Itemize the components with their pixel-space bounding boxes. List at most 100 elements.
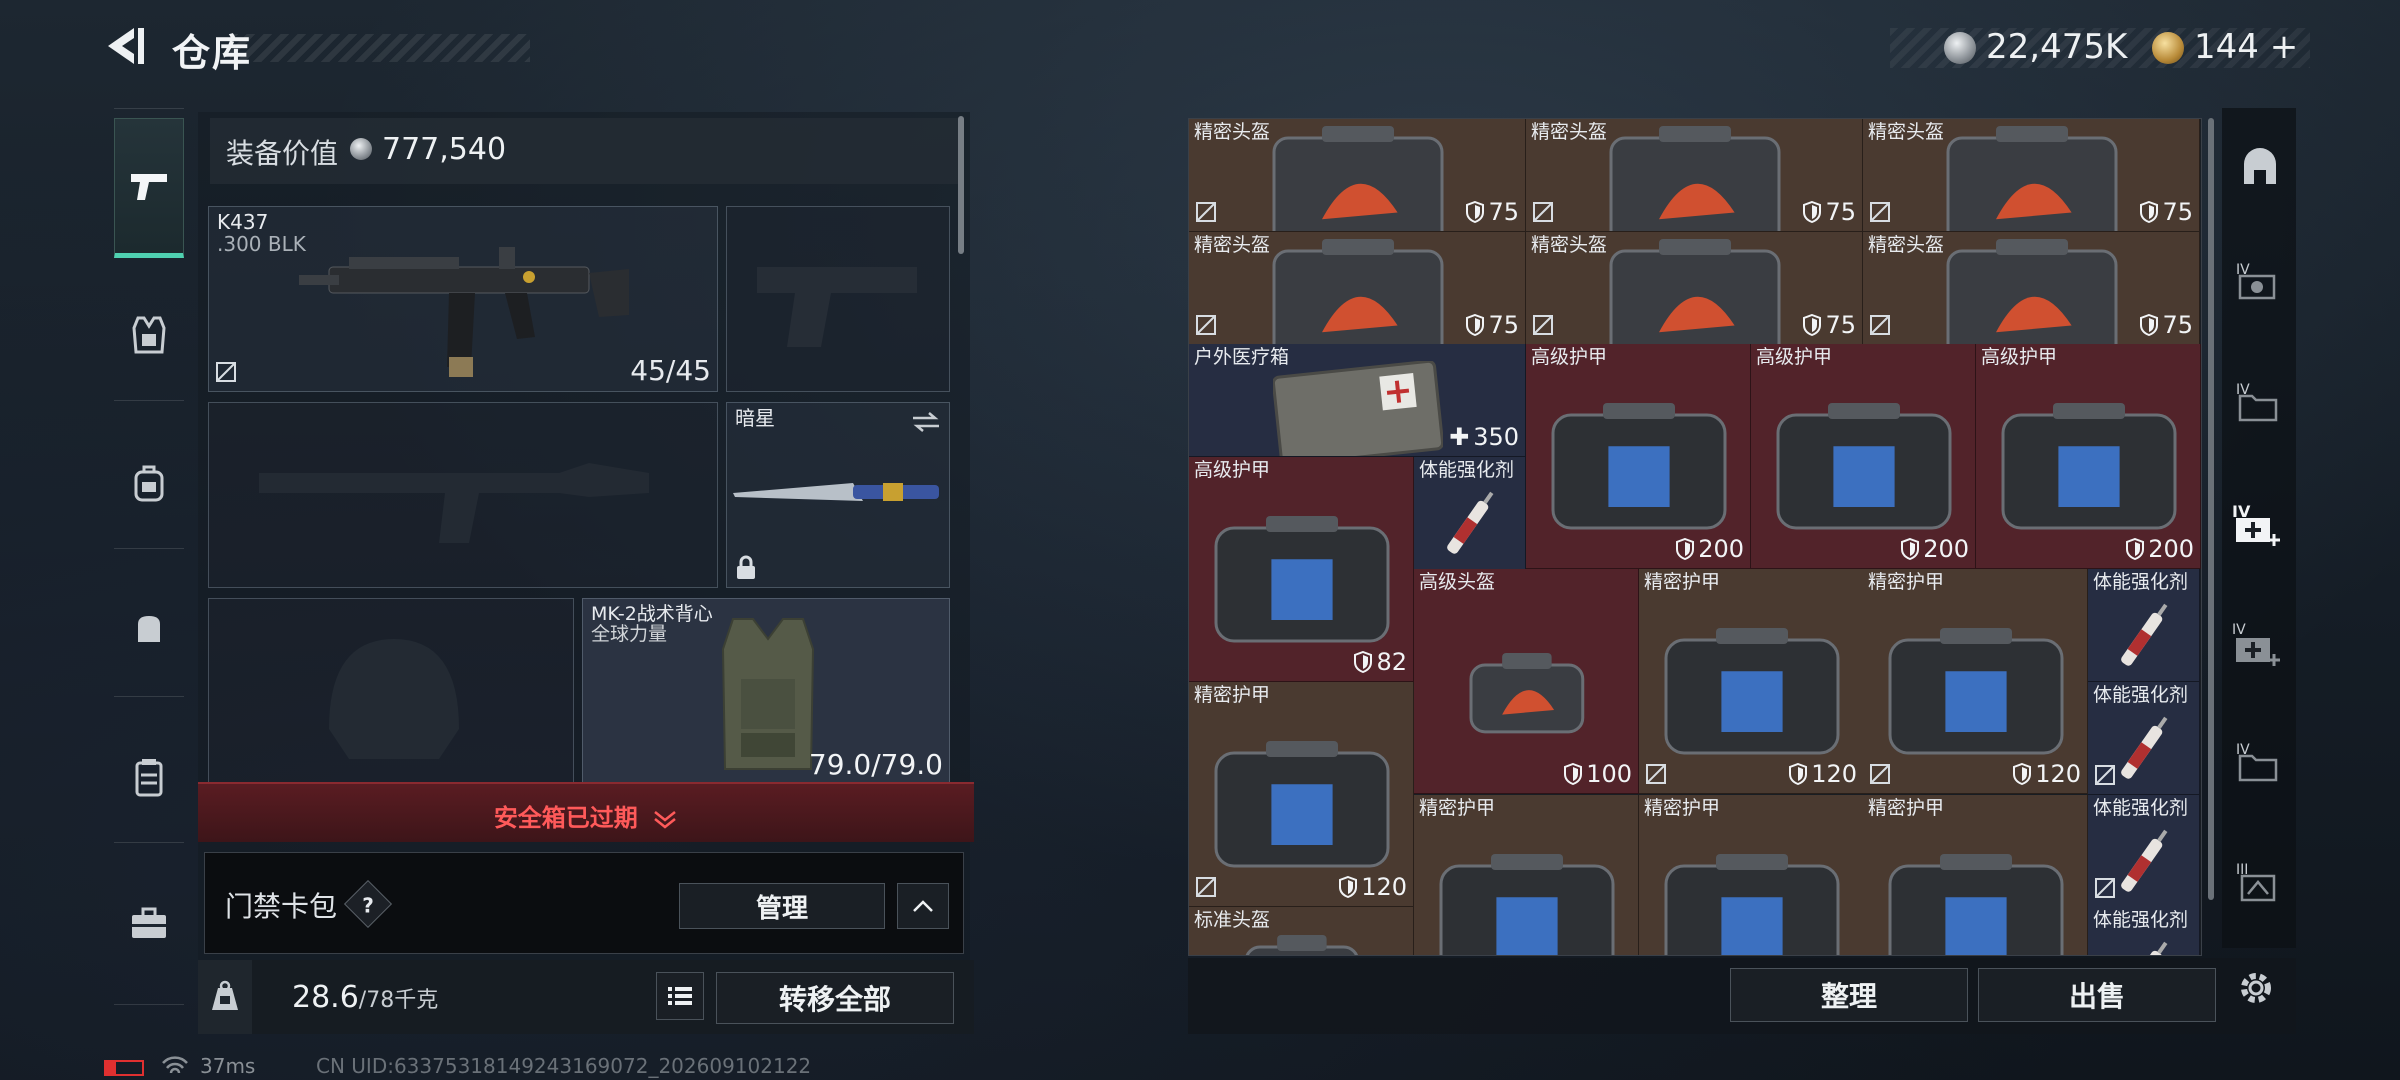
stash-item[interactable]: 精密护甲 120 bbox=[1639, 569, 1864, 794]
help-button[interactable]: ? bbox=[343, 879, 393, 929]
item-name: 精密头盔 bbox=[1868, 121, 1945, 143]
nav-backpack[interactable] bbox=[114, 448, 184, 518]
stash-item[interactable]: 体能强化剂 bbox=[2088, 795, 2200, 908]
stash-item[interactable]: 精密护甲 bbox=[1639, 795, 1864, 955]
vest-slot[interactable]: MK-2战术背心 全球力量 79.0/79.0 bbox=[582, 598, 950, 786]
vest-icon bbox=[132, 316, 166, 354]
tab-tier-iv-2[interactable]: IV bbox=[2236, 382, 2280, 428]
list-view-button[interactable] bbox=[656, 972, 704, 1020]
secondary-weapon-slot[interactable] bbox=[208, 402, 718, 588]
stash-item[interactable]: 高级护甲 200 bbox=[1526, 344, 1751, 569]
item-value-number: 75 bbox=[1488, 311, 1519, 339]
vault-icon bbox=[2244, 148, 2276, 184]
stash-item[interactable]: 精密护甲 bbox=[1863, 795, 2088, 955]
durability-shield-icon bbox=[1901, 538, 1920, 560]
inventory-footer: 28.6/78千克 转移全部 bbox=[198, 960, 974, 1034]
durability-shield-icon bbox=[2140, 314, 2159, 336]
item-value-number: 100 bbox=[1586, 760, 1632, 788]
item-value: ✚ 350 bbox=[1449, 424, 1519, 450]
stash-item[interactable]: 高级护甲 200 bbox=[1751, 344, 1976, 569]
helmet-slot[interactable] bbox=[208, 598, 574, 786]
sell-button[interactable]: 出售 bbox=[1978, 968, 2216, 1022]
tab-tier-iv-medical[interactable]: IV bbox=[2232, 502, 2282, 552]
item-value-number: 120 bbox=[1811, 760, 1857, 788]
durability-shield-icon bbox=[1789, 763, 1808, 785]
stimulant-syringe-image bbox=[2121, 829, 2168, 892]
durability-shield-icon bbox=[1466, 201, 1485, 223]
nav-case[interactable] bbox=[114, 888, 184, 958]
item-value-number: 75 bbox=[1488, 198, 1519, 226]
stash-item[interactable]: 体能强化剂 bbox=[1414, 457, 1526, 570]
primary-weapon-slot[interactable]: K437 .300 BLK 45/45 bbox=[208, 206, 718, 392]
stash-item[interactable]: 户外医疗箱 ✚ 350 bbox=[1189, 344, 1526, 457]
tab-tier-iv-4[interactable]: IV bbox=[2236, 742, 2280, 788]
rifle-image bbox=[299, 247, 629, 377]
melee-slot[interactable]: 暗星 bbox=[726, 402, 950, 588]
stash-item[interactable]: 精密护甲 bbox=[1414, 795, 1639, 955]
item-name: 精密护甲 bbox=[1419, 797, 1496, 819]
vest-durability: 79.0/79.0 bbox=[808, 748, 943, 781]
sort-button[interactable]: 整理 bbox=[1730, 968, 1968, 1022]
item-value-number: 120 bbox=[1361, 873, 1407, 901]
nav-armor[interactable] bbox=[114, 300, 184, 370]
secure-case-expired-banner[interactable]: 安全箱已过期 bbox=[198, 782, 974, 842]
stash-item[interactable]: 标准头盔 bbox=[1189, 907, 1414, 955]
rifle-silhouette-icon bbox=[259, 463, 649, 543]
stash-item[interactable]: 精密头盔 75 bbox=[1863, 119, 2200, 232]
pistol-slot[interactable] bbox=[726, 206, 950, 392]
add-currency-button[interactable]: + bbox=[2270, 27, 2299, 67]
user-uid: CN UID:633753181492431690​72_20260910212… bbox=[316, 1054, 812, 1078]
unlocked-icon bbox=[1533, 315, 1553, 335]
weight-icon bbox=[212, 980, 238, 1010]
back-button[interactable] bbox=[100, 22, 148, 70]
item-value: 200 bbox=[1676, 536, 1744, 562]
stash-grid: 精密头盔 75 精密头盔 75 精密头盔 75 精密头盔 75 精密头盔 75 精密头盔 7… bbox=[1188, 118, 2202, 956]
item-value: 200 bbox=[2126, 536, 2194, 562]
stash-item[interactable]: 体能强化剂 bbox=[2088, 569, 2200, 682]
settings-button[interactable] bbox=[2234, 966, 2278, 1014]
stash-item[interactable]: 精密头盔 75 bbox=[1863, 232, 2200, 345]
stash-item[interactable]: 高级护甲 82 bbox=[1189, 457, 1414, 682]
armor-bag-image bbox=[1664, 854, 1840, 955]
tab-all[interactable] bbox=[2240, 148, 2280, 192]
tier-label: IV bbox=[2236, 382, 2250, 398]
item-name: 精密护甲 bbox=[1868, 797, 1945, 819]
tier-label: IV bbox=[2236, 742, 2250, 758]
swap-icon[interactable] bbox=[911, 411, 941, 433]
item-value: 75 bbox=[1803, 199, 1856, 225]
stimulant-syringe-image bbox=[2121, 941, 2168, 955]
armor-bag-image bbox=[1664, 628, 1840, 755]
back-arrow-icon bbox=[108, 28, 144, 64]
transfer-all-button[interactable]: 转移全部 bbox=[716, 972, 954, 1024]
item-value: 75 bbox=[2140, 199, 2193, 225]
equipment-scrollbar[interactable] bbox=[958, 116, 964, 254]
stash-item[interactable]: 精密护甲 120 bbox=[1189, 682, 1414, 907]
nav-container[interactable] bbox=[114, 742, 184, 812]
stash-item[interactable]: 精密头盔 75 bbox=[1526, 119, 1863, 232]
helmet-silhouette-icon bbox=[329, 639, 459, 759]
stash-item[interactable]: 精密护甲 120 bbox=[1863, 569, 2088, 794]
collapse-button[interactable] bbox=[897, 883, 949, 929]
stash-scrollbar[interactable] bbox=[2208, 118, 2214, 900]
stash-item[interactable]: 体能强化剂 bbox=[2088, 907, 2200, 955]
item-name: 精密护甲 bbox=[1868, 571, 1945, 593]
stash-item[interactable]: 精密头盔 75 bbox=[1526, 232, 1863, 345]
item-name: 精密头盔 bbox=[1531, 121, 1608, 143]
stash-item[interactable]: 体能强化剂 bbox=[2088, 682, 2200, 795]
item-value: 75 bbox=[1466, 312, 1519, 338]
stash-item[interactable]: 精密头盔 75 bbox=[1189, 119, 1526, 232]
currency-secondary[interactable]: 144 + bbox=[2194, 27, 2298, 67]
stash-item[interactable]: 高级护甲 200 bbox=[1976, 344, 2201, 569]
helmet-image bbox=[1245, 935, 1359, 955]
armor-bag-image bbox=[1214, 741, 1390, 868]
nav-pouch[interactable] bbox=[114, 594, 184, 664]
stash-item[interactable]: 高级头盔 100 bbox=[1414, 569, 1639, 794]
tab-tier-iii[interactable]: III bbox=[2236, 862, 2280, 908]
tab-tier-iv-1[interactable]: IV bbox=[2236, 262, 2280, 308]
nav-weapons[interactable] bbox=[114, 118, 184, 258]
helmet-image bbox=[1946, 239, 2118, 344]
manage-button[interactable]: 管理 bbox=[679, 883, 885, 929]
vest-image bbox=[721, 618, 815, 770]
stash-item[interactable]: 精密头盔 75 bbox=[1189, 232, 1526, 345]
tab-tier-iv-3[interactable]: IV bbox=[2232, 622, 2282, 672]
